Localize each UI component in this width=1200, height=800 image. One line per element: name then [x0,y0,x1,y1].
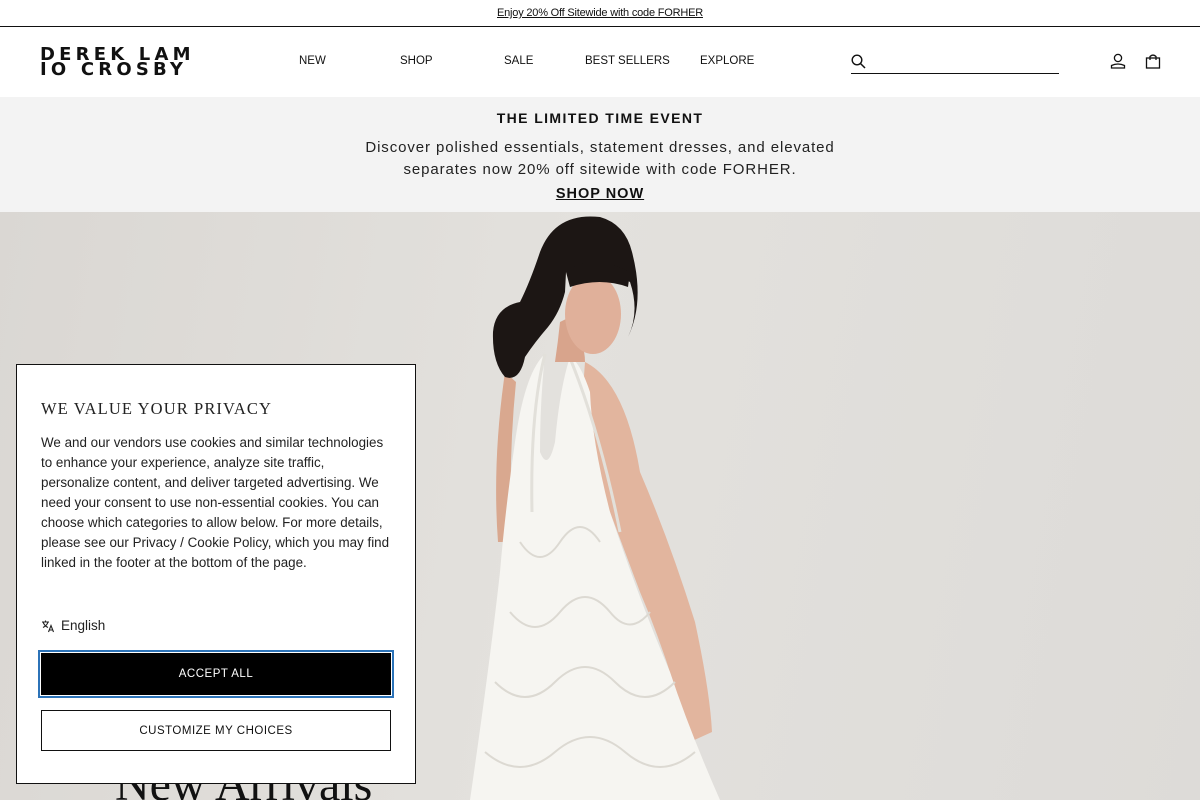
shop-now-link[interactable]: SHOP NOW [556,186,644,202]
event-title: THE LIMITED TIME EVENT [496,110,704,126]
customize-choices-button[interactable]: CUSTOMIZE MY CHOICES [41,710,391,751]
search-icon[interactable] [851,54,866,69]
nav-item-new[interactable]: NEW [299,55,326,67]
brand-logo[interactable]: DEREK LAM IO CROSBY [40,46,195,80]
account-icon [1110,53,1126,69]
language-selector[interactable]: English [41,618,105,633]
language-label: English [61,618,106,633]
nav-item-shop[interactable]: SHOP [400,55,433,67]
shopping-bag-icon [1145,54,1161,69]
event-description: Discover polished essentials, statement … [365,139,835,178]
search-bar [851,52,1059,74]
cookie-consent-dialog: WE VALUE YOUR PRIVACY We and our vendors… [16,364,416,784]
search-input[interactable] [873,52,1057,72]
announcement-bar: Enjoy 20% Off Sitewide with code FORHER [0,0,1200,27]
accept-all-button[interactable]: ACCEPT ALL [38,650,394,698]
site-header: DEREK LAM IO CROSBY NEW SHOP SALE BEST S… [0,27,1200,97]
cookie-title: WE VALUE YOUR PRIVACY [41,399,273,418]
translate-icon [42,620,55,632]
limited-time-event-banner: THE LIMITED TIME EVENT Discover polished… [0,97,1200,212]
announcement-link[interactable]: Enjoy 20% Off Sitewide with code FORHER [497,7,703,19]
cart-button[interactable] [1144,52,1162,70]
nav-item-sale[interactable]: SALE [504,55,533,67]
cookie-body: We and our vendors use cookies and simil… [41,435,390,570]
nav-item-best-sellers[interactable]: BEST SELLERS [585,55,670,67]
account-button[interactable] [1109,52,1127,70]
logo-line-2: IO CROSBY [40,59,188,80]
nav-item-explore[interactable]: EXPLORE [700,55,754,67]
